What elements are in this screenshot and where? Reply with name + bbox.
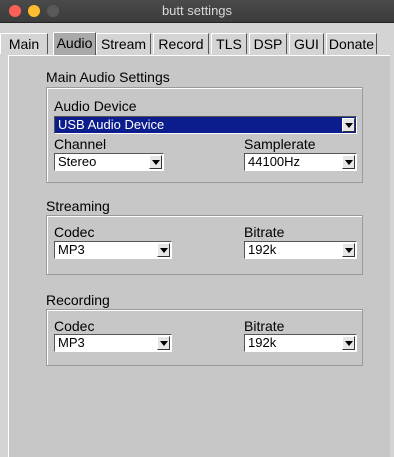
chevron-down-icon[interactable] <box>157 336 170 350</box>
tab-stream[interactable]: Stream <box>96 33 151 54</box>
tab-tls[interactable]: TLS <box>211 33 247 54</box>
streaming-bitrate-value: 192k <box>248 242 277 257</box>
audio-settings-panel: Main Audio Settings Audio Device USB Aud… <box>8 55 390 457</box>
streaming-bitrate-label: Bitrate <box>244 224 285 240</box>
chevron-down-icon[interactable] <box>342 155 355 169</box>
tab-donate[interactable]: Donate <box>326 33 377 54</box>
recording-bitrate-value: 192k <box>248 335 277 350</box>
samplerate-value: 44100Hz <box>248 154 301 169</box>
chevron-down-icon[interactable] <box>342 118 355 132</box>
audio-device-value: USB Audio Device <box>58 117 165 132</box>
audio-device-select[interactable]: USB Audio Device <box>54 116 357 134</box>
recording-codec-value: MP3 <box>58 335 85 350</box>
chevron-down-icon[interactable] <box>342 336 355 350</box>
window-title: butt settings <box>161 3 233 18</box>
tab-record[interactable]: Record <box>153 33 209 54</box>
recording-bitrate-label: Bitrate <box>244 318 285 334</box>
tab-dsp[interactable]: DSP <box>249 33 287 54</box>
channel-select[interactable]: Stereo <box>54 153 164 171</box>
recording-codec-label: Codec <box>54 318 95 334</box>
audio-device-label: Audio Device <box>54 98 137 114</box>
samplerate-select[interactable]: 44100Hz <box>244 153 357 171</box>
chevron-down-icon[interactable] <box>157 243 170 257</box>
streaming-codec-label: Codec <box>54 224 95 240</box>
title-bar: butt settings <box>0 0 394 23</box>
streaming-codec-select[interactable]: MP3 <box>54 241 172 259</box>
channel-value: Stereo <box>58 154 97 169</box>
recording-codec-select[interactable]: MP3 <box>54 334 172 352</box>
streaming-title: Streaming <box>46 198 110 214</box>
streaming-bitrate-select[interactable]: 192k <box>244 241 357 259</box>
chevron-down-icon[interactable] <box>149 155 162 169</box>
recording-title: Recording <box>46 292 110 308</box>
tab-audio[interactable]: Audio <box>53 32 96 56</box>
chevron-down-icon[interactable] <box>342 243 355 257</box>
main-audio-title: Main Audio Settings <box>46 69 170 85</box>
recording-bitrate-select[interactable]: 192k <box>244 334 357 352</box>
samplerate-label: Samplerate <box>244 136 316 152</box>
tab-main[interactable]: Main <box>0 33 48 54</box>
channel-label: Channel <box>54 136 107 152</box>
tab-gui[interactable]: GUI <box>289 33 324 54</box>
streaming-codec-value: MP3 <box>58 242 85 257</box>
